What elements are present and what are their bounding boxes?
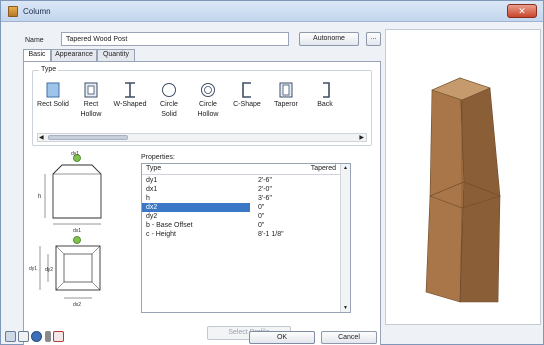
type-rect-solid[interactable]: Rect Solid [35,81,71,125]
properties-label: Properties: [141,154,175,161]
property-name: dy2 [146,213,158,220]
dim-label-dy1-plan: dy1 [29,266,37,272]
header-type: Type [146,165,162,172]
property-value[interactable]: 2'-0" [258,185,272,194]
column-3d-preview [425,77,501,303]
properties-table[interactable]: Type Tapered dy1 2'-6" dx1 2'-0" h 3'-6"… [141,163,351,313]
property-value-cell-dx2[interactable]: 0" [250,203,340,212]
property-value[interactable]: 2'-6" [258,176,272,185]
dim-label-h: h [38,194,41,200]
type-label: Circle [160,101,178,108]
property-row-dx1[interactable]: dx1 2'-0" [142,185,340,194]
properties-scrollbar[interactable]: ▲ ▼ [340,164,350,312]
rect-hollow-icon [84,82,98,98]
type-label: Hollow [80,111,102,118]
cancel-button[interactable]: Cancel [321,331,377,344]
scroll-down-icon[interactable]: ▼ [343,305,348,311]
type-label: Rect [83,101,99,108]
property-row-dy1[interactable]: dy1 2'-6" [142,176,340,185]
property-name: h [146,195,150,202]
w-shape-icon [125,82,135,98]
type-c-shape[interactable]: C-Shape [229,81,265,125]
globe-icon[interactable] [31,331,42,342]
type-label: C-Shape [233,101,261,108]
bottom-bar: OK Cancel [1,329,543,345]
type-rect-hollow[interactable]: Rect Hollow [73,81,109,125]
property-row-height[interactable]: c - Height 8'-1 1/8" [142,230,340,239]
type-label: Hollow [197,111,219,118]
column-app-icon [8,6,18,17]
dimension-diagram: dy1 h dx1 dy1 dy2 dx2 [29,151,102,308]
elevation-view: dy1 h dx1 [38,151,102,234]
property-row-dy2[interactable]: dy2 0" [142,212,340,221]
property-name: dx2 [146,204,158,211]
autonome-button[interactable]: Autonome [299,32,359,46]
type-label: Back [317,101,333,108]
type-legend: Type [39,66,59,73]
property-value[interactable]: 8'-1 1/8" [258,230,284,239]
name-label: Name [25,37,44,44]
property-value[interactable]: 0" [258,221,264,230]
property-row-dx2[interactable]: dx2 [142,203,250,212]
type-label: Circle [199,101,217,108]
help-icon[interactable] [5,331,16,342]
property-name: b - Base Offset [146,222,193,229]
property-name: dx1 [146,186,158,193]
scroll-right-icon[interactable]: ▶ [359,134,364,142]
property-name: c - Height [146,231,176,238]
title-bar[interactable]: Column ✕ [1,1,543,22]
tab-quantity[interactable]: Quantity [97,49,135,61]
plan-view: dy1 dy2 dx2 [29,236,101,308]
ok-button[interactable]: OK [249,331,315,344]
window-title: Column [23,7,51,16]
type-label: Solid [161,111,177,118]
dim-label-dx2: dx2 [73,302,81,308]
type-label: Rect Solid [37,101,69,108]
type-group: Type Rect Solid Rect Hollow W-Shaped Cir… [32,66,372,146]
rect-solid-icon [46,82,60,98]
type-circle-solid[interactable]: Circle Solid [151,81,187,125]
circle-solid-icon [162,83,176,97]
type-label: Taperor [274,101,298,108]
type-scrollbar[interactable]: ◀ ▶ [37,133,367,142]
close-button[interactable]: ✕ [507,4,537,18]
property-row-h[interactable]: h 3'-6" [142,194,340,203]
pencil-icon[interactable] [53,331,64,342]
type-w-shaped[interactable]: W-Shaped [112,81,148,125]
back-icon [323,82,330,98]
scroll-up-icon[interactable]: ▲ [343,165,348,171]
scroll-thumb[interactable] [48,135,128,140]
c-shape-icon [242,82,251,98]
browse-button[interactable]: ... [366,32,381,46]
property-value[interactable]: 0" [258,203,264,212]
taper-icon [279,82,293,98]
circle-hollow-icon [201,83,215,97]
header-tapered: Tapered [310,165,336,172]
property-row-base-offset[interactable]: b - Base Offset 0" [142,221,340,230]
preview-pane[interactable] [385,29,541,325]
dim-label-dy2: dy2 [45,267,53,273]
dim-label-dx1: dx1 [73,228,81,234]
property-value[interactable]: 3'-6" [258,194,272,203]
column-dialog: Column ✕ Name Tapered Wood Post Autonome… [0,0,544,345]
origin-marker-icon [73,236,81,244]
type-back[interactable]: Back [307,81,343,125]
type-taperor[interactable]: Taperor [268,81,304,125]
tab-appearance[interactable]: Appearance [51,49,97,61]
settings-panel: Name Tapered Wood Post Autonome ... Basi… [1,23,381,345]
properties-header: Type Tapered [142,164,340,175]
type-circle-hollow[interactable]: Circle Hollow [190,81,226,125]
dropdown-arrow-icon[interactable] [45,331,51,342]
name-input[interactable]: Tapered Wood Post [61,32,289,46]
basic-tab-content: Type Rect Solid Rect Hollow W-Shaped Cir… [23,61,381,345]
property-value[interactable]: 0" [258,212,264,221]
dim-label-dy1: dy1 [71,151,79,157]
scroll-left-icon[interactable]: ◀ [39,134,44,142]
type-label: W-Shaped [113,101,147,108]
library-icon[interactable] [18,331,29,342]
property-name: dy1 [146,177,158,184]
